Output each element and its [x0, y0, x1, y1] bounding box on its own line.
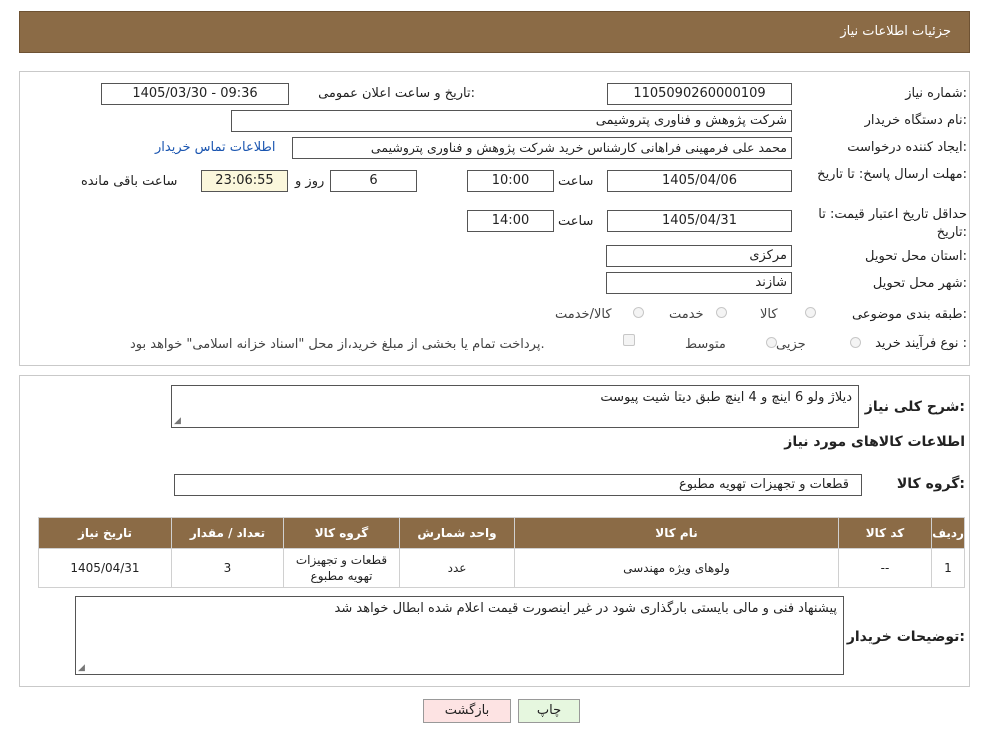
buyer-notes-label: توضیحات خریدار:	[846, 629, 965, 645]
process-medium-radio[interactable]	[766, 337, 777, 348]
treasury-payment-checkbox[interactable]	[623, 334, 635, 346]
process-minor-label: جزیی	[776, 337, 806, 352]
col-unit-header: واحد شمارش	[399, 517, 515, 549]
back-button[interactable]: بازگشت	[423, 699, 511, 723]
category-goods-service-label: کالا/خدمت	[555, 307, 612, 322]
buyer-org-label: نام دستگاه خریدار:	[864, 113, 967, 128]
category-service-radio[interactable]	[716, 307, 727, 318]
deadline-date-field: 1405/04/06	[607, 170, 792, 192]
col-name-header: نام کالا	[514, 517, 839, 549]
goods-table: ردیف کد کالا نام کالا واحد شمارش گروه کا…	[38, 517, 965, 588]
goods-group-field: قطعات و تجهیزات تهویه مطبوع	[174, 474, 862, 496]
goods-group-label: گروه کالا:	[896, 476, 965, 492]
deadline-label: مهلت ارسال پاسخ: تا تاریخ:	[817, 167, 967, 182]
price-validity-time-label: ساعت	[558, 214, 594, 229]
cell-row: 1	[931, 548, 965, 588]
buyer-notes-field: پیشنهاد فنی و مالی بایستی بارگذاری شود د…	[75, 596, 844, 675]
need-number-field: 1105090260000109	[607, 83, 792, 105]
treasury-payment-note: پرداخت تمام یا بخشی از مبلغ خرید،از محل …	[130, 337, 545, 352]
buyer-notes-text: پیشنهاد فنی و مالی بایستی بارگذاری شود د…	[334, 601, 837, 616]
col-group-header: گروه کالا	[283, 517, 400, 549]
announce-datetime-field: 1405/03/30 - 09:36	[101, 83, 289, 105]
city-label: شهر محل تحویل:	[872, 276, 967, 291]
city-field: شازند	[606, 272, 792, 294]
cell-unit: عدد	[399, 548, 515, 588]
col-row-header: ردیف	[931, 517, 965, 549]
days-label: روز و	[295, 174, 325, 189]
deadline-time-field: 10:00	[467, 170, 554, 192]
requester-field: محمد علی فرمهینی فراهانی کارشناس خرید شر…	[292, 137, 792, 159]
need-number-label: شماره نیاز:	[905, 86, 967, 101]
price-validity-date-field: 1405/04/31	[607, 210, 792, 232]
page-title: جزئیات اطلاعات نیاز	[840, 24, 951, 39]
remaining-time-label: ساعت باقی مانده	[81, 174, 178, 189]
deadline-time-label: ساعت	[558, 174, 594, 189]
need-summary-field: دیلاژ ولو 6 اینچ و 4 اینچ طبق دیتا شیت پ…	[171, 385, 859, 428]
category-goods-service-radio[interactable]	[633, 307, 644, 318]
buyer-contact-link[interactable]: اطلاعات تماس خریدار	[155, 140, 275, 155]
need-summary-text: دیلاژ ولو 6 اینچ و 4 اینچ طبق دیتا شیت پ…	[600, 390, 852, 405]
category-service-label: خدمت	[669, 307, 704, 322]
cell-qty: 3	[171, 548, 284, 588]
category-goods-label: کالا	[760, 307, 778, 322]
table-row: 1 -- ولوهای ویژه مهندسی عدد قطعات و تجهی…	[38, 548, 965, 588]
resize-grip-icon[interactable]: ◢	[174, 417, 181, 426]
table-header-row: ردیف کد کالا نام کالا واحد شمارش گروه کا…	[38, 517, 965, 549]
process-medium-label: متوسط	[685, 337, 726, 352]
print-button[interactable]: چاپ	[518, 699, 580, 723]
page-header: جزئیات اطلاعات نیاز	[19, 11, 970, 53]
requester-label: ایجاد کننده درخواست:	[847, 140, 967, 155]
process-type-label: نوع فرآیند خرید :	[875, 336, 967, 351]
category-goods-radio[interactable]	[805, 307, 816, 318]
category-label: طبقه بندی موضوعی:	[851, 307, 967, 322]
col-code-header: کد کالا	[838, 517, 932, 549]
goods-info-title: اطلاعات کالاهای مورد نیاز	[784, 434, 965, 450]
col-date-header: تاریخ نیاز	[38, 517, 172, 549]
province-label: استان محل تحویل:	[865, 249, 967, 264]
process-minor-radio[interactable]	[850, 337, 861, 348]
price-validity-time-field: 14:00	[467, 210, 554, 232]
need-summary-label: شرح کلی نیاز:	[864, 399, 965, 415]
remaining-time-field: 23:06:55	[201, 170, 288, 192]
cell-code: --	[838, 548, 932, 588]
cell-name: ولوهای ویژه مهندسی	[514, 548, 839, 588]
days-field: 6	[330, 170, 417, 192]
col-qty-header: تعداد / مقدار	[171, 517, 284, 549]
price-validity-label: حداقل تاریخ اعتبار قیمت: تا تاریخ:	[818, 207, 967, 240]
announce-datetime-label: تاریخ و ساعت اعلان عمومی:	[318, 86, 475, 101]
cell-date: 1405/04/31	[38, 548, 172, 588]
province-field: مرکزی	[606, 245, 792, 267]
resize-grip-icon[interactable]: ◢	[78, 664, 85, 673]
buyer-org-field: شرکت پژوهش و فناوری پتروشیمی	[231, 110, 792, 132]
cell-group: قطعات و تجهیزات تهویه مطبوع	[283, 548, 400, 588]
